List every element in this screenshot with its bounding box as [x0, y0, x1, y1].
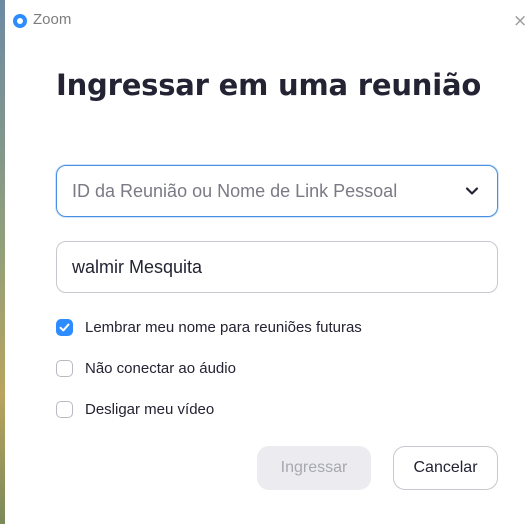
name-input[interactable]	[56, 241, 498, 293]
no-audio-label: Não conectar ao áudio	[85, 359, 236, 377]
remember-name-checkbox[interactable]	[56, 318, 73, 336]
meeting-id-placeholder: ID da Reunião ou Nome de Link Pessoal	[72, 181, 398, 201]
video-off-checkbox[interactable]	[56, 400, 73, 418]
meeting-id-dropdown[interactable]: ID da Reunião ou Nome de Link Pessoal	[56, 165, 498, 217]
background-edge	[0, 0, 5, 524]
cancel-button[interactable]: Cancelar	[393, 446, 498, 490]
checkmark-icon	[59, 323, 70, 331]
option-video-off[interactable]: Desligar meu vídeo	[56, 398, 214, 420]
join-button[interactable]: Ingressar	[257, 446, 371, 490]
zoom-logo-icon	[13, 14, 27, 28]
page-title: Ingressar em uma reunião	[56, 68, 482, 102]
join-meeting-window: Zoom × Ingressar em uma reunião ID da Re…	[0, 0, 525, 524]
title-bar: Zoom ×	[5, 0, 525, 44]
no-audio-checkbox[interactable]	[56, 359, 73, 377]
close-icon[interactable]: ×	[513, 12, 525, 30]
option-no-audio[interactable]: Não conectar ao áudio	[56, 357, 236, 379]
app-title: Zoom	[33, 11, 72, 28]
video-off-label: Desligar meu vídeo	[85, 400, 215, 418]
option-remember-name[interactable]: Lembrar meu nome para reuniões futuras	[56, 316, 362, 338]
remember-name-label: Lembrar meu nome para reuniões futuras	[85, 318, 362, 336]
chevron-down-icon[interactable]	[465, 184, 479, 198]
